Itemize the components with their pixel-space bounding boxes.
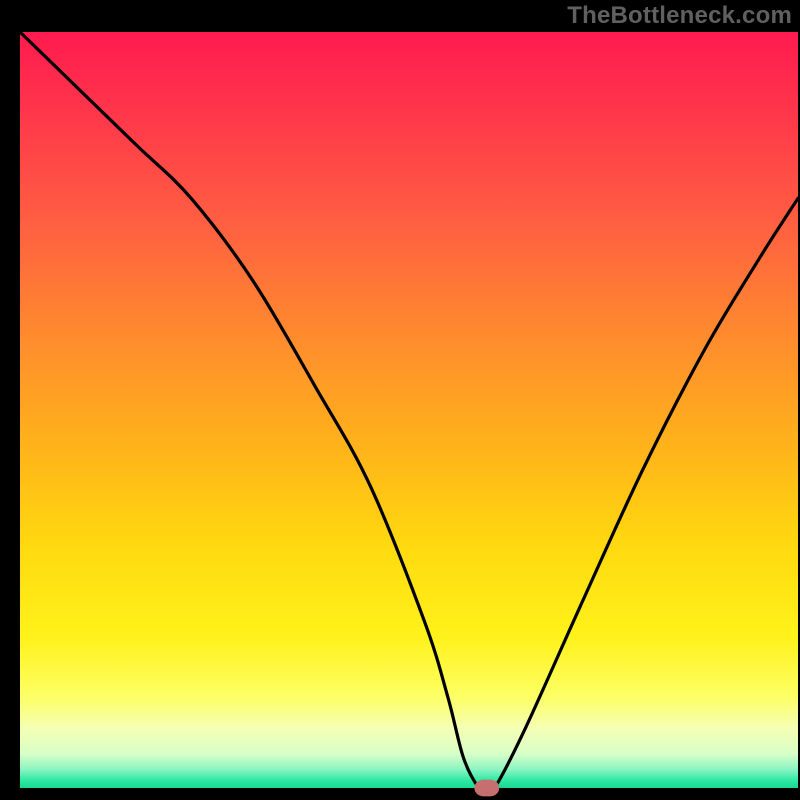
optimal-marker <box>474 780 499 797</box>
watermark-text: TheBottleneck.com <box>567 2 792 30</box>
chart-svg <box>0 0 800 800</box>
bottleneck-chart: TheBottleneck.com <box>0 0 800 800</box>
